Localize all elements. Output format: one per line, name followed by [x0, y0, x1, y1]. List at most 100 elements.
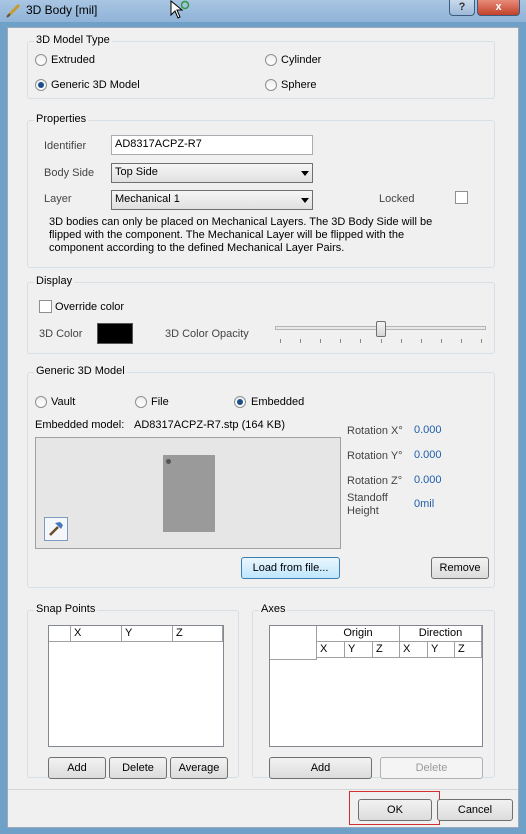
extruded-radio[interactable] — [35, 54, 47, 66]
layer-info-text: 3D bodies can only be placed on Mechanic… — [49, 216, 489, 255]
rotation-x-value[interactable]: 0.000 — [414, 424, 442, 436]
opacity-slider[interactable] — [275, 321, 486, 345]
file-label[interactable]: File — [151, 396, 169, 408]
layer-select[interactable]: Mechanical 1 — [111, 190, 313, 210]
slider-tick — [340, 339, 342, 343]
mouse-cursor-icon — [170, 0, 190, 19]
axes-delete-button[interactable]: Delete — [380, 757, 483, 779]
generic-3d-model-label[interactable]: Generic 3D Model — [51, 79, 140, 91]
slider-thumb[interactable] — [375, 321, 386, 337]
row-header-cell — [49, 626, 71, 642]
rotation-z-value[interactable]: 0.000 — [414, 474, 442, 486]
rotation-y-value[interactable]: 0.000 — [414, 449, 442, 461]
help-button[interactable]: ? — [449, 0, 475, 16]
3d-color-swatch[interactable] — [97, 323, 133, 344]
row-header-cell — [270, 626, 317, 660]
3d-color-label: 3D Color — [39, 328, 83, 340]
direction-header[interactable]: Direction — [400, 626, 482, 642]
model-preview[interactable] — [35, 437, 341, 549]
column-header-z[interactable]: Z — [173, 626, 223, 642]
direction-x-header[interactable]: X — [400, 642, 428, 658]
properties-title: Properties — [34, 113, 89, 125]
extruded-label[interactable]: Extruded — [51, 54, 95, 66]
window-title: 3D Body [mil] — [26, 3, 98, 17]
snap-delete-button[interactable]: Delete — [109, 757, 167, 779]
axes-add-button[interactable]: Add — [269, 757, 372, 779]
display-title: Display — [34, 275, 75, 287]
slider-tick — [460, 339, 462, 343]
snap-average-button[interactable]: Average — [170, 757, 228, 779]
identifier-input[interactable]: AD8317ACPZ-R7 — [111, 135, 313, 155]
direction-y-header[interactable]: Y — [428, 642, 455, 658]
pin1-marker — [166, 459, 171, 464]
footer-divider — [8, 789, 518, 790]
slider-tick — [440, 339, 442, 343]
origin-y-header[interactable]: Y — [345, 642, 373, 658]
slider-tick — [360, 339, 362, 343]
identifier-label: Identifier — [44, 140, 87, 152]
embedded-model-value: AD8317ACPZ-R7.stp (164 KB) — [134, 419, 286, 431]
chevron-down-icon — [301, 171, 309, 176]
model-tool-button[interactable] — [44, 517, 68, 541]
model-type-group: 3D Model Type Extruded Generic 3D Model … — [27, 34, 495, 99]
cylinder-radio[interactable] — [265, 54, 277, 66]
info-line: flipped with the component. The Mechanic… — [49, 229, 405, 241]
snap-add-button[interactable]: Add — [48, 757, 106, 779]
sphere-radio[interactable] — [265, 79, 277, 91]
direction-z-header[interactable]: Z — [455, 642, 482, 658]
generic-3d-model-radio[interactable] — [35, 79, 47, 91]
rotation-y-label: Rotation Y° — [347, 450, 403, 462]
layer-value: Mechanical 1 — [115, 193, 180, 205]
standoff-label: Standoff — [347, 492, 388, 504]
properties-group: Properties Identifier AD8317ACPZ-R7 Body… — [27, 113, 495, 268]
cancel-button[interactable]: Cancel — [437, 799, 513, 821]
embedded-label[interactable]: Embedded — [251, 396, 304, 408]
column-header-x[interactable]: X — [71, 626, 122, 642]
chip-body — [163, 455, 215, 532]
slider-tick — [380, 339, 382, 343]
slider-tick — [481, 339, 482, 343]
model-type-title: 3D Model Type — [34, 34, 112, 46]
axes-table[interactable]: Origin Direction X Y Z X Y Z — [269, 625, 483, 747]
snap-points-table[interactable]: X Y Z — [48, 625, 224, 747]
rotation-x-label: Rotation X° — [347, 425, 403, 437]
sphere-label[interactable]: Sphere — [281, 79, 316, 91]
slider-tick — [400, 339, 402, 343]
title-bar[interactable]: 3D Body [mil] ? x — [0, 0, 526, 22]
snap-points-group: Snap Points X Y Z Add Delete Average — [27, 603, 239, 779]
3d-body-icon — [6, 3, 21, 18]
vault-radio[interactable] — [35, 396, 47, 408]
close-button[interactable]: x — [477, 0, 520, 16]
load-from-file-button[interactable]: Load from file... — [241, 557, 340, 579]
origin-x-header[interactable]: X — [317, 642, 345, 658]
cylinder-label[interactable]: Cylinder — [281, 54, 321, 66]
slider-tick — [320, 339, 322, 343]
embedded-radio[interactable] — [234, 396, 246, 408]
override-color-label[interactable]: Override color — [55, 301, 124, 313]
3d-color-opacity-label: 3D Color Opacity — [165, 328, 249, 340]
info-line: 3D bodies can only be placed on Mechanic… — [49, 216, 433, 228]
column-header-y[interactable]: Y — [122, 626, 173, 642]
slider-tick — [300, 339, 302, 343]
file-radio[interactable] — [135, 396, 147, 408]
origin-z-header[interactable]: Z — [373, 642, 400, 658]
info-line: component according to the defined Mecha… — [49, 242, 345, 254]
hammer-icon — [49, 522, 63, 536]
locked-checkbox[interactable] — [455, 191, 468, 204]
origin-header[interactable]: Origin — [317, 626, 400, 642]
override-color-checkbox[interactable] — [39, 300, 52, 313]
vault-label[interactable]: Vault — [51, 396, 75, 408]
axes-group: Axes Origin Direction X Y Z X Y Z Add De… — [252, 603, 495, 779]
slider-tick — [420, 339, 422, 343]
generic-3d-model-title: Generic 3D Model — [34, 365, 127, 377]
slider-ticks — [275, 339, 486, 343]
layer-label: Layer — [44, 193, 72, 205]
slider-tick — [280, 339, 281, 343]
display-group: Display Override color 3D Color 3D Color… — [27, 275, 495, 354]
ok-button[interactable]: OK — [358, 799, 432, 821]
height-label: Height — [347, 505, 379, 517]
body-side-select[interactable]: Top Side — [111, 163, 313, 183]
axes-title: Axes — [259, 603, 288, 615]
remove-button[interactable]: Remove — [431, 557, 489, 579]
standoff-height-value[interactable]: 0mil — [414, 498, 434, 510]
